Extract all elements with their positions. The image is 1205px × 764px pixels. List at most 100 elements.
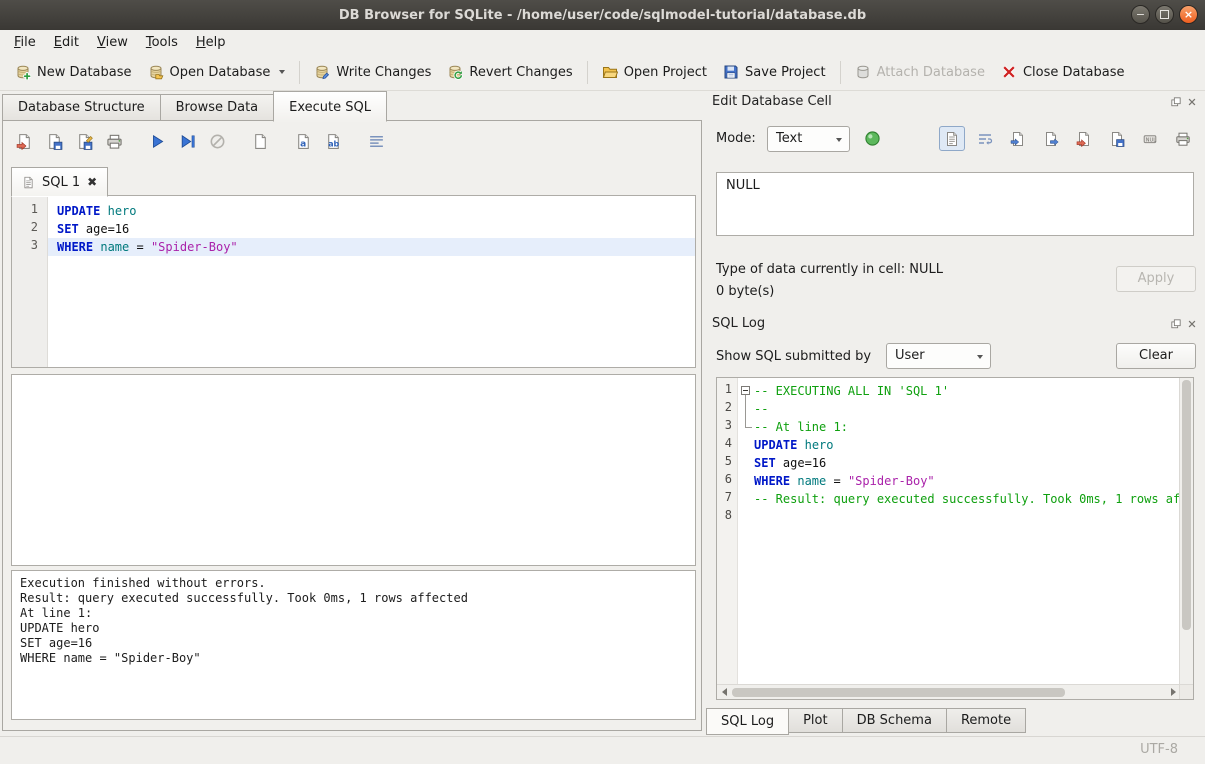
tab-sql-log[interactable]: SQL Log [706,708,789,735]
sql-log-body: 1 2 3 4 5 6 7 8 -- EXECUTING ALL IN 'SQL… [717,378,1180,685]
export-cell-button[interactable] [1038,126,1064,151]
open-database-dropdown-icon[interactable] [279,70,285,74]
message-line: At line 1: [20,606,687,621]
menu-bar: File Edit View Tools Help [0,30,1205,54]
import-icon [1010,131,1026,147]
log-line: SET age=16 [738,454,1180,472]
open-sql-file-button[interactable] [9,128,39,154]
open-project-button[interactable]: Open Project [594,59,715,85]
tab-plot[interactable]: Plot [788,708,843,733]
sql-tab[interactable]: SQL 1 ✖ [11,167,108,197]
menu-edit[interactable]: Edit [45,33,88,52]
cell-value-editor[interactable]: NULL [716,172,1194,236]
set-null-icon [1142,131,1158,147]
tab-database-structure[interactable]: Database Structure [2,94,161,121]
execution-message-log[interactable]: Execution finished without errors. Resul… [11,570,696,720]
scroll-right-arrow[interactable] [1166,685,1180,699]
tab-remote[interactable]: Remote [946,708,1026,733]
save-sql-as-icon [76,133,93,150]
cell-type-info: Type of data currently in cell: NULL [716,262,943,277]
word-wrap-button[interactable] [972,126,998,151]
results-grid[interactable] [11,374,696,566]
cell-value: NULL [726,178,760,193]
log-line: UPDATE hero [738,436,1180,454]
float-icon[interactable] [1171,97,1181,107]
float-icon[interactable] [1171,319,1181,329]
log-filter-label: Show SQL submitted by [716,349,871,364]
set-null-button[interactable] [1137,126,1163,151]
external-app-button[interactable] [858,125,886,152]
menu-help[interactable]: Help [187,33,235,52]
tab-db-schema[interactable]: DB Schema [842,708,947,733]
toolbar-separator [587,61,588,84]
fold-marker-collapse[interactable] [738,382,754,400]
format-sql-button[interactable] [361,128,391,154]
stop-execution-button[interactable] [202,128,232,154]
close-icon[interactable] [1187,97,1197,107]
horizontal-scrollbar-thumb[interactable] [732,688,1065,697]
menu-view[interactable]: View [88,33,137,52]
maximize-icon [1160,10,1169,19]
save-cell-file-button[interactable] [1104,126,1130,151]
replace-button[interactable] [318,128,348,154]
toolbar-separator [840,61,841,84]
close-icon[interactable] [1187,319,1197,329]
new-sql-tab-button[interactable] [245,128,275,154]
window-controls: − × [1131,5,1198,24]
print-sql-button[interactable] [99,128,129,154]
vertical-scrollbar[interactable] [1179,378,1193,685]
attach-database-button[interactable]: Attach Database [847,59,993,85]
log-line: -- At line 1: [738,418,1180,436]
write-changes-button[interactable]: Write Changes [306,59,439,85]
sql-tab-bar: SQL 1 ✖ [11,166,108,196]
log-line [738,508,1180,526]
close-database-icon [1001,64,1017,80]
open-file-icon [1076,131,1092,147]
export-icon [1043,131,1059,147]
close-button[interactable]: × [1179,5,1198,24]
menu-file[interactable]: File [5,33,45,52]
print-cell-button[interactable] [1170,126,1196,151]
open-sql-file-icon [16,133,33,150]
execute-current-line-button[interactable] [172,128,202,154]
revert-changes-button[interactable]: Revert Changes [439,59,580,85]
scroll-left-arrow[interactable] [717,685,731,699]
tab-browse-data[interactable]: Browse Data [160,94,275,121]
log-code-area: -- EXECUTING ALL IN 'SQL 1' -- -- At lin… [738,378,1180,685]
save-sql-as-button[interactable] [69,128,99,154]
fold-guide [738,400,754,418]
message-line: UPDATE hero [20,621,687,636]
new-database-button[interactable]: New Database [7,59,140,85]
save-sql-file-icon [46,133,63,150]
log-line: -- [738,400,1180,418]
log-filter-select[interactable]: User [886,343,991,369]
sql-tab-close-button[interactable]: ✖ [87,176,97,188]
right-dock-area: Edit Database Cell Mode: Text NULL Type … [703,90,1205,737]
apply-button[interactable]: Apply [1116,266,1196,292]
horizontal-scrollbar[interactable] [717,684,1180,699]
sql-editor[interactable]: 1 2 3 UPDATE hero SET age=16 WHERE name … [11,195,696,368]
maximize-button[interactable] [1155,5,1174,24]
editor-code-area[interactable]: UPDATE hero SET age=16 WHERE name = "Spi… [48,196,695,367]
menu-tools[interactable]: Tools [137,33,187,52]
sql-log-view[interactable]: 1 2 3 4 5 6 7 8 -- EXECUTING ALL IN 'SQL… [716,377,1194,700]
clear-log-button[interactable]: Clear [1116,343,1196,369]
open-cell-file-button[interactable] [1071,126,1097,151]
cell-size-info: 0 byte(s) [716,284,774,299]
close-database-button[interactable]: Close Database [993,59,1133,85]
minimize-button[interactable]: − [1131,5,1150,24]
import-cell-button[interactable] [1005,126,1031,151]
find-button[interactable] [288,128,318,154]
tab-execute-sql[interactable]: Execute SQL [273,91,387,122]
code-line: UPDATE hero [48,202,695,220]
text-mode-button[interactable] [939,126,965,151]
encoding-indicator[interactable]: UTF-8 [1140,742,1178,757]
mode-select[interactable]: Text [767,126,850,152]
execute-sql-button[interactable] [142,128,172,154]
sql-document-icon [22,176,35,189]
title-bar[interactable]: DB Browser for SQLite - /home/user/code/… [0,0,1205,30]
vertical-scrollbar-thumb[interactable] [1182,380,1191,630]
save-project-button[interactable]: Save Project [715,59,834,85]
open-database-button[interactable]: Open Database [140,59,294,85]
save-sql-file-button[interactable] [39,128,69,154]
